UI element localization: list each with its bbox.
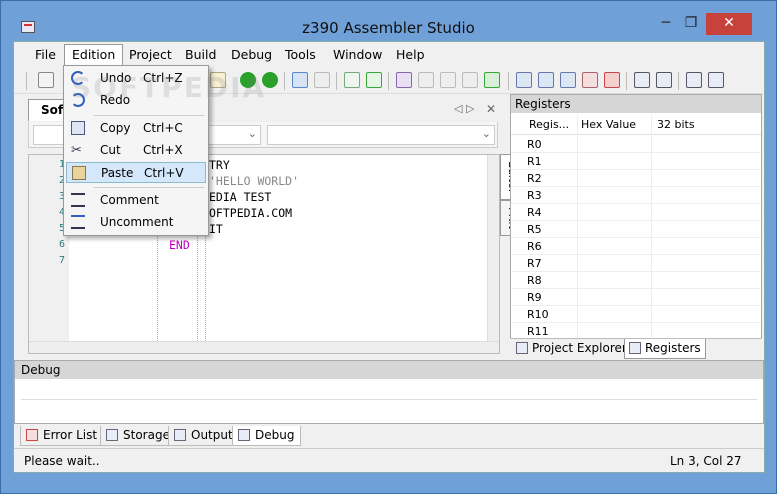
menu-build[interactable]: Build: [178, 44, 223, 66]
code-line: END: [169, 238, 190, 252]
code-line: 'HELLO WORLD': [209, 174, 300, 188]
close-button[interactable]: ✕: [706, 13, 752, 35]
paste-icon: [72, 166, 86, 180]
tab-scroll-icon[interactable]: ◁ ▷: [454, 102, 474, 115]
editor-vertical-scrollbar[interactable]: [487, 155, 499, 343]
stop-icon[interactable]: [418, 72, 434, 88]
line-number: 7: [59, 255, 66, 266]
copy-icon: [71, 121, 85, 135]
step-icon[interactable]: [396, 72, 412, 88]
chevron-down-icon: ⌄: [481, 127, 491, 140]
line-number: 6: [59, 239, 66, 250]
column-32-bits[interactable]: 32 bits: [657, 118, 695, 131]
menu-window[interactable]: Window: [326, 44, 389, 66]
cursor-position: Ln 3, Col 27: [670, 454, 742, 468]
register-row[interactable]: R0: [511, 136, 761, 153]
menu-item-paste[interactable]: Paste Ctrl+V: [66, 162, 206, 183]
new-file-icon[interactable]: [38, 72, 54, 88]
menu-item-comment[interactable]: Comment: [66, 190, 206, 211]
registers-panel: Registers Regis... Hex Value 32 bits R0 …: [510, 94, 762, 356]
tab-registers[interactable]: Registers: [624, 339, 706, 359]
pin-icon[interactable]: [604, 72, 620, 88]
label-combo[interactable]: ⌄: [267, 125, 495, 145]
menu-bar: File Edition Project Build Debug Tools W…: [14, 44, 764, 66]
menu-debug[interactable]: Debug: [224, 44, 279, 66]
redo-tool-icon[interactable]: [314, 72, 330, 88]
message-out-icon[interactable]: [560, 72, 576, 88]
run-icon[interactable]: [366, 72, 382, 88]
status-message: Please wait..: [24, 454, 100, 468]
register-row[interactable]: R8: [511, 272, 761, 289]
code-line: IT: [209, 222, 223, 236]
breakpoint-icon[interactable]: [440, 72, 456, 88]
window-icon[interactable]: [516, 72, 532, 88]
register-row[interactable]: R5: [511, 221, 761, 238]
code-line: TRY: [209, 158, 230, 172]
debug-title: Debug: [15, 361, 763, 379]
column-register[interactable]: Regis...: [529, 118, 569, 131]
watch-icon[interactable]: [462, 72, 478, 88]
registers-header: Regis... Hex Value 32 bits: [511, 115, 761, 135]
tab-error-list[interactable]: Error List: [20, 426, 105, 446]
title-bar: z390 Assembler Studio ─ ❐ ✕: [1, 1, 776, 41]
debug-panel: Debug: [14, 360, 764, 424]
chevron-down-icon: ⌄: [247, 127, 257, 140]
message-delete-icon[interactable]: [582, 72, 598, 88]
right-panel-tabs: Project Explorer Registers: [510, 338, 762, 359]
bottom-tabs: Error List Storage Output Debug: [14, 426, 764, 448]
registers-icon: [629, 342, 641, 354]
menu-tools[interactable]: Tools: [278, 44, 323, 66]
register-row[interactable]: R1: [511, 153, 761, 170]
status-bar: Please wait.. Ln 3, Col 27: [14, 448, 764, 472]
register-row[interactable]: R7: [511, 255, 761, 272]
output-icon: [174, 429, 186, 441]
menu-edition[interactable]: Edition: [64, 44, 124, 66]
softpedia-watermark: SOFTPEDIA: [71, 71, 267, 104]
menu-item-uncomment[interactable]: Uncomment: [66, 212, 206, 233]
debug-icon: [238, 429, 250, 441]
register-row[interactable]: R9: [511, 289, 761, 306]
registers-title: Registers: [511, 95, 761, 113]
menu-help[interactable]: Help: [389, 44, 432, 66]
properties-icon[interactable]: [708, 72, 724, 88]
menu-project[interactable]: Project: [122, 44, 179, 66]
storage-icon: [106, 429, 118, 441]
tab-project-explorer[interactable]: Project Explorer: [512, 339, 631, 359]
editor-horizontal-scrollbar[interactable]: [29, 341, 499, 353]
menu-item-cut[interactable]: ✂ Cut Ctrl+X: [66, 140, 206, 161]
error-list-icon: [26, 429, 38, 441]
register-row[interactable]: R2: [511, 170, 761, 187]
undo-tool-icon[interactable]: [292, 72, 308, 88]
menu-item-copy[interactable]: Copy Ctrl+C: [66, 118, 206, 139]
find-icon[interactable]: [634, 72, 650, 88]
register-row[interactable]: R10: [511, 306, 761, 323]
register-row[interactable]: R6: [511, 238, 761, 255]
code-line: OFTPEDIA.COM: [209, 206, 293, 220]
code-line: EDIA TEST: [209, 190, 272, 204]
project-explorer-icon: [516, 342, 528, 354]
maximize-button[interactable]: ❐: [677, 13, 705, 35]
tab-debug[interactable]: Debug: [232, 426, 302, 446]
message-icon[interactable]: [538, 72, 554, 88]
comment-icon: [71, 193, 85, 207]
register-row[interactable]: R3: [511, 187, 761, 204]
build-icon[interactable]: [344, 72, 360, 88]
minimize-button[interactable]: ─: [655, 13, 677, 35]
column-hex-value[interactable]: Hex Value: [581, 118, 636, 131]
cut-icon: ✂: [71, 143, 82, 158]
list-icon[interactable]: [686, 72, 702, 88]
menu-file[interactable]: File: [28, 44, 63, 66]
tab-close-icon[interactable]: ✕: [486, 102, 496, 116]
register-row[interactable]: R4: [511, 204, 761, 221]
app-window: z390 Assembler Studio ─ ❐ ✕ File Edition…: [0, 0, 777, 494]
uncomment-icon: [71, 215, 85, 229]
find-replace-icon[interactable]: [656, 72, 672, 88]
tab-storage[interactable]: Storage: [100, 426, 177, 446]
refresh-icon[interactable]: [484, 72, 500, 88]
tab-output[interactable]: Output: [168, 426, 240, 446]
